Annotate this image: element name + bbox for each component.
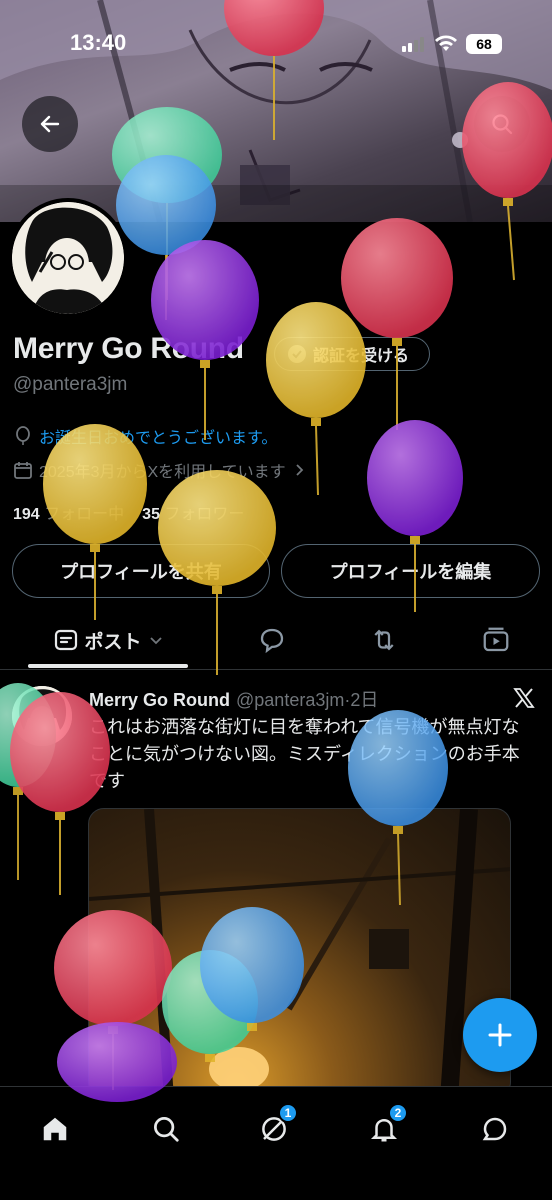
- repost-icon: [374, 629, 394, 651]
- wifi-icon: [435, 35, 457, 51]
- get-verified-button[interactable]: 認証を受ける: [274, 337, 430, 371]
- post-header: Merry Go Round @pantera3jm·2日: [89, 686, 378, 712]
- x-logo-icon: [513, 688, 535, 708]
- nav-messages[interactable]: [469, 1103, 521, 1155]
- status-icons: 68: [402, 34, 502, 54]
- chat-icon: [482, 1117, 507, 1141]
- tab-reposts[interactable]: [356, 610, 412, 670]
- calendar-icon: [14, 462, 32, 479]
- posts-icon: [55, 629, 78, 651]
- post-avatar[interactable]: [12, 686, 72, 746]
- tab-active-indicator: [28, 664, 188, 668]
- profile-handle: @pantera3jm: [13, 374, 128, 395]
- tab-replies[interactable]: [244, 610, 300, 670]
- post-text: これはお洒落な街灯に目を奪われて信号機が無点灯なことに気がつけない図。ミスディレ…: [89, 717, 520, 791]
- nav-home[interactable]: [29, 1103, 81, 1155]
- compose-button[interactable]: [463, 998, 537, 1072]
- profile-avatar[interactable]: [8, 198, 128, 318]
- battery-indicator: 68: [466, 34, 502, 54]
- verified-badge-icon: [288, 345, 306, 363]
- following-count: 194: [13, 506, 40, 523]
- get-verified-label: 認証を受ける: [313, 348, 410, 365]
- tab-media[interactable]: [468, 610, 524, 670]
- plus-icon: [488, 1023, 512, 1047]
- birthday-line: お誕生日おめでとうございます。: [13, 424, 277, 448]
- follow-stats: 194 フォロー中 35 フォロワー: [13, 500, 244, 524]
- back-button[interactable]: [22, 96, 78, 152]
- balloon: [341, 218, 453, 430]
- post-author-name[interactable]: Merry Go Round: [89, 690, 230, 711]
- grok-badge: 1: [278, 1103, 298, 1123]
- bottom-nav: 1 2: [0, 1086, 552, 1200]
- profile-tabs: ポスト: [0, 610, 552, 670]
- media-icon: [483, 627, 509, 652]
- share-profile-button[interactable]: プロフィールを共有: [12, 544, 270, 598]
- edit-profile-button[interactable]: プロフィールを編集: [281, 544, 540, 598]
- followers-label: フォロワー: [164, 506, 245, 523]
- avatar-illustration: [12, 202, 124, 314]
- profile-display-name: Merry Go Round: [13, 332, 244, 365]
- chevron-down-icon: [149, 637, 162, 645]
- following-label: フォロー中: [44, 506, 125, 523]
- search-icon: [154, 1117, 179, 1142]
- joined-line[interactable]: 2025年3月からXを利用しています: [13, 458, 306, 482]
- post-image[interactable]: [88, 808, 511, 1098]
- tab-posts[interactable]: ポスト: [28, 610, 190, 670]
- birthday-text: お誕生日おめでとうございます。: [39, 430, 278, 447]
- nav-notifications[interactable]: 2: [358, 1103, 410, 1155]
- balloon-icon: [16, 426, 30, 445]
- notifications-badge: 2: [388, 1103, 408, 1123]
- nav-search[interactable]: [140, 1103, 192, 1155]
- post-author-meta: @pantera3jm·2日: [236, 690, 379, 710]
- followers-count: 35: [142, 506, 160, 523]
- status-time: 13:40: [70, 30, 127, 55]
- arrow-left-icon: [40, 115, 60, 133]
- nav-grok[interactable]: 1: [248, 1103, 300, 1155]
- search-icon: [492, 114, 513, 135]
- chevron-right-icon: [296, 464, 303, 476]
- post-image-scene: [89, 809, 510, 1097]
- followers-link[interactable]: 35 フォロワー: [142, 500, 244, 524]
- joined-text: 2025年3月からXを利用しています: [39, 464, 286, 481]
- post-avatar-illustration: [12, 686, 72, 746]
- tab-posts-label: ポスト: [84, 631, 142, 653]
- home-icon: [43, 1117, 67, 1141]
- status-bar: 13:40 68: [0, 0, 552, 90]
- signal-icon: [402, 37, 424, 52]
- search-button[interactable]: [474, 96, 530, 152]
- following-link[interactable]: 194 フォロー中: [13, 500, 124, 524]
- post-source: [512, 686, 536, 715]
- reply-icon: [260, 628, 284, 654]
